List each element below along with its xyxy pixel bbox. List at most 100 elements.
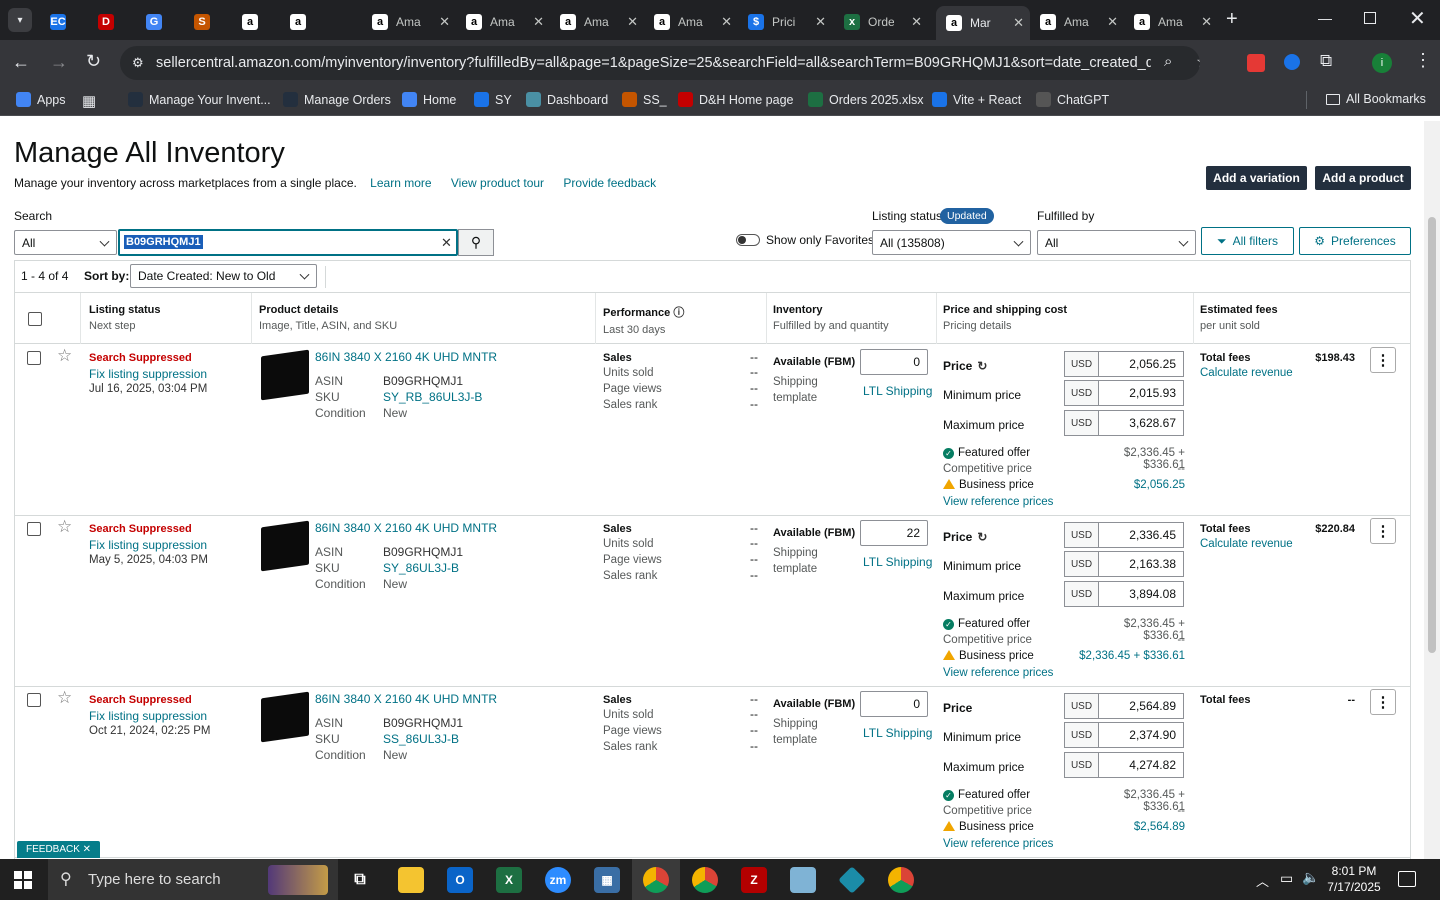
ltl-shipping-link[interactable]: LTL Shipping xyxy=(863,555,932,569)
all-bookmarks[interactable]: All Bookmarks xyxy=(1326,92,1426,106)
search-button[interactable]: ⚲ xyxy=(458,229,494,256)
price-input[interactable]: 2,336.45 xyxy=(1098,522,1184,548)
tab-search-icon[interactable]: ▾ xyxy=(8,8,32,32)
extension-red-icon[interactable] xyxy=(1247,54,1265,72)
browser-tab[interactable]: a Ama ✕ xyxy=(456,8,550,36)
notepad-icon[interactable] xyxy=(790,867,816,893)
bookmark-item[interactable]: Home xyxy=(402,92,456,107)
ltl-shipping-link[interactable]: LTL Shipping xyxy=(863,726,932,740)
outlook-icon[interactable]: O xyxy=(447,867,473,893)
refresh-icon[interactable]: ↻ xyxy=(977,359,987,373)
add-variation-button[interactable]: Add a variation xyxy=(1206,166,1307,190)
maximum-price-input[interactable]: 3,628.67 xyxy=(1098,410,1184,436)
bookmark-star-icon[interactable]: ☆ xyxy=(1196,52,1200,72)
browser-tab[interactable]: G xyxy=(136,8,184,36)
clear-search-icon[interactable]: ✕ xyxy=(441,235,452,251)
zoom-icon[interactable]: ⌕ xyxy=(1164,53,1172,70)
tab-close-icon[interactable]: ✕ xyxy=(1013,15,1024,31)
fulfilled-by-select[interactable]: All xyxy=(1037,230,1196,255)
sort-select[interactable]: Date Created: New to Old xyxy=(130,264,317,288)
sku-link[interactable]: SY_86UL3J-B xyxy=(383,561,459,575)
browser-tab[interactable]: x Orde ✕ xyxy=(834,8,928,36)
bookmark-item[interactable]: Manage Orders xyxy=(283,92,391,107)
tab-close-icon[interactable]: ✕ xyxy=(439,14,450,30)
learn-more-link[interactable]: Learn more xyxy=(370,176,431,190)
address-bar[interactable]: ⚙ sellercentral.amazon.com/myinventory/i… xyxy=(120,46,1200,80)
add-product-button[interactable]: Add a product xyxy=(1315,166,1411,190)
task-view-icon[interactable]: ⧉ xyxy=(347,867,373,893)
info-icon[interactable]: ⓘ xyxy=(673,307,684,319)
bookmark-item[interactable]: ChatGPT xyxy=(1036,92,1109,107)
bookmark-item[interactable]: Dashboard xyxy=(526,92,608,107)
fix-suppression-link[interactable]: Fix listing suppression xyxy=(89,538,207,552)
quantity-input[interactable]: 0 xyxy=(860,691,928,717)
bookmark-item[interactable]: Vite + React xyxy=(932,92,1021,107)
excel-icon[interactable]: X xyxy=(496,867,522,893)
favorite-star-icon[interactable]: ☆ xyxy=(57,346,72,366)
taskbar-search-box[interactable]: ⚲ Type here to search xyxy=(48,859,338,900)
minimize-icon[interactable]: — xyxy=(1318,10,1332,26)
preferences-button[interactable]: ⚙ Preferences xyxy=(1299,227,1411,255)
quantity-input[interactable]: 22 xyxy=(860,520,928,546)
maximum-price-input[interactable]: 4,274.82 xyxy=(1098,752,1184,778)
select-all-checkbox[interactable] xyxy=(28,312,42,326)
browser-tab[interactable]: a Ama ✕ xyxy=(1124,8,1218,36)
calculate-revenue-link[interactable]: Calculate revenue xyxy=(1200,538,1293,550)
tab-close-icon[interactable]: ✕ xyxy=(627,14,638,30)
tab-close-icon[interactable]: ✕ xyxy=(721,14,732,30)
price-input[interactable]: 2,564.89 xyxy=(1098,693,1184,719)
listing-status-select[interactable]: All (135808) xyxy=(872,230,1031,255)
more-actions-icon[interactable]: ⋮ xyxy=(1370,689,1396,715)
browser-tab[interactable]: S xyxy=(184,8,232,36)
minimum-price-input[interactable]: 2,374.90 xyxy=(1098,722,1184,748)
browser-tab[interactable]: a Ama ✕ xyxy=(550,8,644,36)
bookmark-item[interactable]: SS_ xyxy=(622,92,667,107)
tab-close-icon[interactable]: ✕ xyxy=(911,14,922,30)
bookmark-item[interactable]: Manage Your Invent... xyxy=(128,92,271,107)
browser-tab[interactable]: EC xyxy=(40,8,88,36)
tab-close-icon[interactable]: ✕ xyxy=(1201,14,1212,30)
all-filters-button[interactable]: ⏷ All filters xyxy=(1201,227,1294,255)
bookmark-item[interactable]: SY xyxy=(474,92,512,107)
zoom-app-icon[interactable]: zm xyxy=(545,867,571,893)
scrollbar-thumb[interactable] xyxy=(1428,217,1436,653)
product-title-link[interactable]: 86IN 3840 X 2160 4K UHD MNTR xyxy=(315,350,497,364)
product-tour-link[interactable]: View product tour xyxy=(451,176,544,190)
page-scrollbar[interactable] xyxy=(1424,121,1440,859)
extensions-puzzle-icon[interactable]: ⧉ xyxy=(1320,51,1332,71)
provide-feedback-link[interactable]: Provide feedback xyxy=(563,176,656,190)
browser-tab[interactable]: a xyxy=(280,8,328,36)
favorite-star-icon[interactable]: ☆ xyxy=(57,688,72,708)
extension-blue-icon[interactable] xyxy=(1284,54,1300,70)
chrome-menu-icon[interactable]: ⋮ xyxy=(1414,50,1432,71)
tab-groups-grid-icon[interactable]: ▦ xyxy=(82,92,96,110)
chrome-icon[interactable] xyxy=(643,867,669,893)
site-info-icon[interactable]: ⚙ xyxy=(132,55,144,71)
browser-tab[interactable]: D xyxy=(88,8,136,36)
app-diamond-icon[interactable] xyxy=(838,866,866,894)
product-title-link[interactable]: 86IN 3840 X 2160 4K UHD MNTR xyxy=(315,521,497,535)
fix-suppression-link[interactable]: Fix listing suppression xyxy=(89,709,207,723)
minimum-price-input[interactable]: 2,163.38 xyxy=(1098,551,1184,577)
feedback-tab[interactable]: FEEDBACK ✕ xyxy=(17,841,101,858)
notifications-icon[interactable] xyxy=(1398,871,1416,887)
row-checkbox[interactable] xyxy=(27,522,41,536)
chrome-profile-icon[interactable] xyxy=(692,867,718,893)
sku-link[interactable]: SS_86UL3J-B xyxy=(383,732,459,746)
reload-icon[interactable]: ↻ xyxy=(86,51,101,72)
tab-close-icon[interactable]: ✕ xyxy=(1107,14,1118,30)
row-checkbox[interactable] xyxy=(27,351,41,365)
tray-chevron-icon[interactable]: ︿ xyxy=(1256,871,1269,890)
bookmark-item[interactable]: Orders 2025.xlsx xyxy=(808,92,923,107)
product-thumbnail[interactable] xyxy=(261,691,309,743)
bookmark-item[interactable]: Apps xyxy=(16,92,66,107)
sku-link[interactable]: SY_RB_86UL3J-B xyxy=(383,390,482,404)
windows-start-icon[interactable] xyxy=(14,871,32,889)
calculate-revenue-link[interactable]: Calculate revenue xyxy=(1200,367,1293,379)
browser-tab[interactable]: $ Prici ✕ xyxy=(738,8,832,36)
more-actions-icon[interactable]: ⋮ xyxy=(1370,347,1396,373)
file-explorer-icon[interactable] xyxy=(398,867,424,893)
view-reference-prices-link[interactable]: View reference prices xyxy=(943,496,1053,508)
volume-icon[interactable]: 🔈 xyxy=(1302,869,1319,886)
search-input[interactable]: B09GRHQMJ1 ✕ xyxy=(118,229,458,256)
